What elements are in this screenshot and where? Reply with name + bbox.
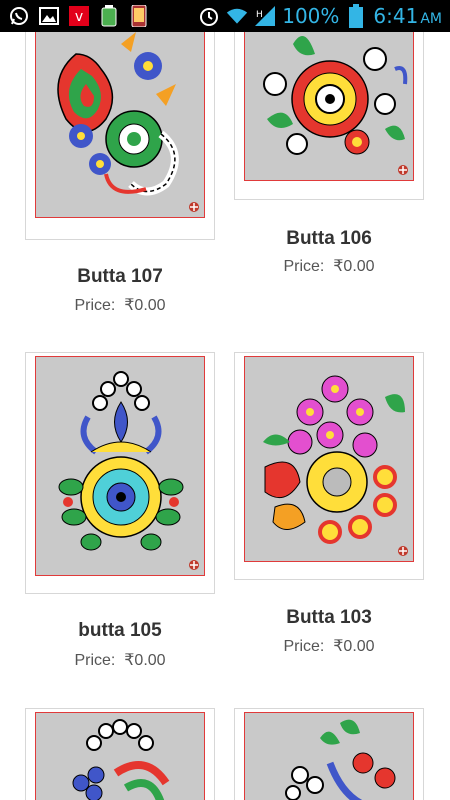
battery-percent: 100% (282, 4, 340, 28)
product-image-frame[interactable] (234, 32, 424, 200)
corner-mark-icon (398, 165, 408, 175)
svg-text:v: v (75, 9, 83, 25)
product-price: Price: ₹0.00 (74, 297, 166, 314)
product-card[interactable]: Butta 106 Price: ₹0.00 (234, 32, 424, 282)
product-image-frame[interactable] (25, 708, 215, 800)
corner-mark-icon (189, 202, 199, 212)
product-card[interactable]: butta 105 Price: ₹0.00 (25, 352, 215, 682)
battery-app-icon (98, 5, 120, 27)
product-image (244, 712, 414, 800)
product-image (35, 32, 205, 218)
product-name[interactable]: butta 105 (20, 620, 220, 642)
product-image (244, 356, 414, 562)
product-image-frame[interactable] (234, 352, 424, 580)
wifi-icon (226, 5, 248, 27)
vodafone-icon: v (68, 5, 90, 27)
product-image-frame[interactable] (25, 352, 215, 594)
svg-text:H: H (256, 10, 263, 20)
alarm-icon (198, 5, 220, 27)
product-image (35, 712, 205, 800)
clock: 6:41 AM (373, 4, 442, 28)
product-name[interactable]: Butta 106 (229, 228, 429, 250)
product-image-frame[interactable] (25, 32, 215, 240)
phone-app-icon (128, 5, 150, 27)
product-card[interactable]: Butta 107 Price: ₹0.00 (25, 32, 215, 322)
product-card[interactable]: Butta 103 Price: ₹0.00 (234, 352, 424, 662)
corner-mark-icon (189, 560, 199, 570)
signal-icon: H (254, 5, 276, 27)
whatsapp-icon (8, 5, 30, 27)
product-image (244, 32, 414, 181)
product-price: Price: ₹0.00 (74, 652, 166, 669)
product-price: Price: ₹0.00 (283, 258, 375, 275)
product-image (35, 356, 205, 576)
product-card[interactable] (234, 708, 424, 800)
corner-mark-icon (398, 546, 408, 556)
product-card[interactable] (25, 708, 215, 800)
product-price: Price: ₹0.00 (283, 638, 375, 655)
gallery-icon (38, 5, 60, 27)
status-bar: v H 100% 6:41 AM (0, 0, 450, 32)
product-image-frame[interactable] (234, 708, 424, 800)
product-name[interactable]: Butta 103 (229, 607, 429, 629)
battery-icon (345, 4, 367, 28)
product-grid: Butta 107 Price: ₹0.00 Butta 106 Price: … (0, 32, 450, 800)
product-name[interactable]: Butta 107 (20, 266, 220, 288)
